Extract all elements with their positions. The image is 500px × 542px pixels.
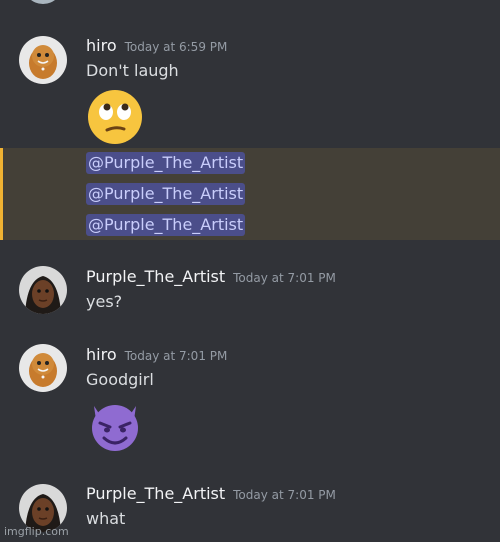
timestamp: Today at 6:59 PM xyxy=(124,40,228,54)
timestamp: Today at 7:01 PM xyxy=(124,349,228,363)
username[interactable]: hiro xyxy=(86,36,117,55)
message-text: Don't laugh xyxy=(86,61,179,80)
message-text: yes? xyxy=(86,292,123,311)
smiling-face-with-horns-icon xyxy=(86,396,144,454)
avatar-purple[interactable] xyxy=(19,266,67,314)
mention[interactable]: @Purple_The_Artist xyxy=(86,214,246,236)
message-text: what xyxy=(86,509,126,528)
face-with-rolling-eyes-icon xyxy=(86,88,144,146)
avatar-hiro[interactable] xyxy=(19,36,67,84)
timestamp: Today at 7:01 PM xyxy=(233,271,336,285)
mention[interactable]: @Purple_The_Artist xyxy=(86,183,246,205)
mention-highlight xyxy=(0,148,500,240)
avatar-hiro[interactable] xyxy=(19,344,67,392)
username[interactable]: hiro xyxy=(86,345,117,364)
username[interactable]: Purple_The_Artist xyxy=(86,484,225,503)
watermark: imgflip.com xyxy=(4,525,69,538)
timestamp: Today at 7:01 PM xyxy=(233,488,336,502)
avatar[interactable] xyxy=(23,0,63,4)
message-text: Goodgirl xyxy=(86,370,154,389)
username[interactable]: Purple_The_Artist xyxy=(86,267,225,286)
mention[interactable]: @Purple_The_Artist xyxy=(86,152,246,174)
